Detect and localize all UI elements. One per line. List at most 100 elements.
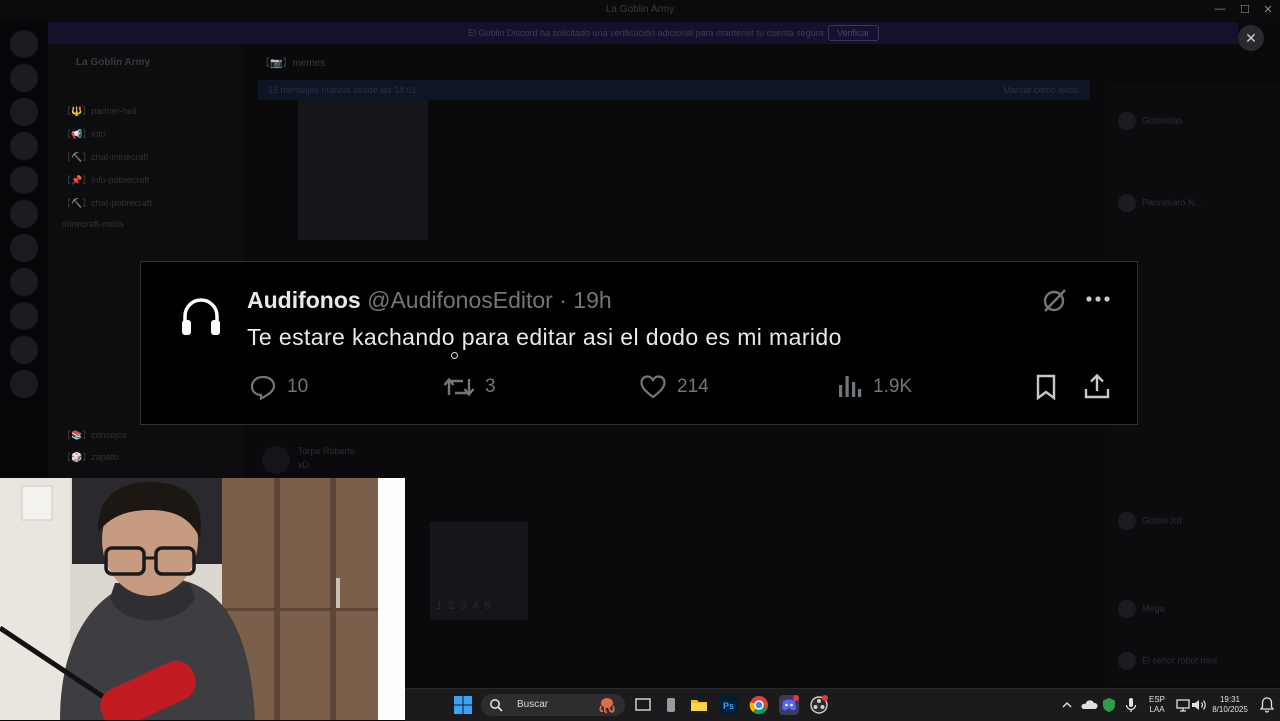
retweet-icon bbox=[443, 377, 475, 397]
server-icon[interactable] bbox=[10, 132, 38, 160]
photoshop-icon[interactable]: Ps bbox=[719, 695, 739, 715]
start-windows-icon[interactable] bbox=[453, 695, 473, 715]
server-icon[interactable] bbox=[10, 336, 38, 364]
server-icon[interactable] bbox=[10, 370, 38, 398]
title-bar: La Goblin Army — ☐ ✕ bbox=[0, 0, 1280, 20]
channel-item[interactable]: 【🔱】partner-hell bbox=[62, 104, 137, 117]
windows-taskbar: Buscar Ps ESP LAA 19:31 8/10/2025 bbox=[405, 688, 1280, 721]
pager-item[interactable]: 3 bbox=[460, 600, 472, 612]
channel-item[interactable]: 【⛏️】chat-pobrecraft bbox=[62, 196, 152, 209]
chrome-icon[interactable] bbox=[749, 695, 769, 715]
webcam-image bbox=[0, 478, 405, 720]
member-item[interactable]: Goblinitas bbox=[1118, 112, 1182, 130]
member-name: Goblin Xd bbox=[1142, 515, 1182, 526]
member-name: Pannekaro N... bbox=[1142, 197, 1203, 208]
share-button[interactable] bbox=[1083, 372, 1111, 402]
pager-item[interactable]: 2 bbox=[448, 600, 460, 612]
tweet-time[interactable]: 19h bbox=[573, 287, 611, 313]
retweet-button[interactable]: 3 bbox=[443, 372, 496, 402]
server-icon[interactable] bbox=[10, 30, 38, 58]
server-icon[interactable] bbox=[10, 200, 38, 228]
clock-time: 19:31 bbox=[1219, 695, 1241, 704]
minimize-button[interactable]: — bbox=[1208, 3, 1232, 17]
chat-image[interactable] bbox=[298, 100, 428, 240]
avatar[interactable] bbox=[262, 446, 290, 474]
language-indicator[interactable]: ESP LAA bbox=[1147, 695, 1167, 715]
chevron-up-icon[interactable] bbox=[1057, 695, 1077, 715]
clock[interactable]: 19:31 8/10/2025 bbox=[1205, 695, 1255, 715]
share-icon bbox=[1084, 373, 1110, 399]
retweet-count: 3 bbox=[485, 376, 496, 397]
bookmark-icon bbox=[1036, 374, 1056, 401]
pager-item[interactable]: 1 bbox=[436, 600, 448, 612]
more-icon[interactable] bbox=[1083, 284, 1113, 314]
channel-item[interactable]: 【📚】consejos bbox=[62, 428, 127, 441]
language-code: ESP bbox=[1148, 695, 1165, 704]
message-author[interactable]: Torpe Roberto bbox=[298, 446, 355, 456]
search-icon bbox=[490, 699, 503, 712]
like-button[interactable]: 214 bbox=[639, 372, 709, 402]
channel-item[interactable]: minecraft-mods bbox=[62, 219, 124, 229]
avatar bbox=[1118, 652, 1136, 670]
file-explorer-icon[interactable] bbox=[689, 695, 709, 715]
notice-banner: El Goblin Discord ha solicitado una veri… bbox=[48, 22, 1238, 44]
image-pager: 12345 bbox=[436, 600, 497, 612]
svg-text:Ps: Ps bbox=[723, 701, 734, 711]
microphone-icon[interactable] bbox=[1121, 695, 1141, 715]
like-count: 214 bbox=[677, 376, 709, 397]
member-name: El señor robot mini bbox=[1142, 655, 1218, 666]
close-overlay-button[interactable]: ✕ bbox=[1238, 25, 1264, 51]
channel-item[interactable]: 【⛏️】chat-minecraft bbox=[62, 150, 148, 163]
reply-button[interactable]: 10 bbox=[249, 372, 308, 402]
member-item[interactable]: Mega bbox=[1118, 600, 1165, 618]
tweet-text: Te estare kachando para editar asi el do… bbox=[247, 324, 842, 350]
banner-button[interactable]: Verificar bbox=[828, 25, 879, 41]
close-window-button[interactable]: ✕ bbox=[1256, 3, 1280, 17]
server-name[interactable]: La Goblin Army bbox=[76, 57, 150, 68]
server-icon[interactable] bbox=[10, 166, 38, 194]
pager-item[interactable]: 5 bbox=[485, 600, 497, 612]
grok-icon[interactable] bbox=[1041, 286, 1069, 314]
security-icon[interactable] bbox=[1099, 695, 1119, 715]
obs-icon[interactable] bbox=[809, 695, 829, 715]
pager-item[interactable]: 4 bbox=[472, 600, 484, 612]
bookmark-button[interactable] bbox=[1033, 372, 1059, 402]
banner-text: El Goblin Discord ha solicitado una veri… bbox=[468, 28, 824, 38]
notification-bell-icon[interactable] bbox=[1257, 695, 1277, 715]
views-button[interactable]: 1.9K bbox=[837, 372, 912, 402]
chat-header: 【📷】memes bbox=[260, 58, 326, 69]
server-icon[interactable] bbox=[10, 98, 38, 126]
separator: · bbox=[559, 287, 567, 313]
tweet-card[interactable]: Audifonos @AudifonosEditor · 19h Te esta… bbox=[140, 261, 1138, 425]
channel-item[interactable]: 【📢】info bbox=[62, 127, 106, 140]
search-placeholder: Buscar bbox=[517, 699, 549, 710]
like-icon bbox=[640, 375, 666, 399]
widget-icon[interactable] bbox=[661, 695, 681, 715]
onedrive-icon[interactable] bbox=[1079, 695, 1099, 715]
headphones-avatar-icon[interactable] bbox=[177, 292, 225, 340]
member-item[interactable]: Pannekaro N... bbox=[1118, 194, 1202, 212]
discord-icon[interactable] bbox=[779, 695, 799, 715]
server-icon[interactable] bbox=[10, 234, 38, 262]
channel-item[interactable]: 【📌】info-pobrecraft bbox=[62, 173, 149, 186]
member-item[interactable]: Goblin Xd bbox=[1118, 512, 1182, 530]
webcam-feed bbox=[0, 478, 405, 720]
reply-count: 10 bbox=[287, 376, 309, 397]
display-name[interactable]: Audifonos bbox=[247, 287, 361, 313]
new-messages-text: 15 mensajes nuevos desde las 18:01 bbox=[268, 85, 417, 95]
window-title: La Goblin Army bbox=[605, 4, 675, 15]
server-rail bbox=[0, 20, 48, 480]
channel-item[interactable]: 【🎲】zapato bbox=[62, 450, 118, 463]
new-messages-bar[interactable]: 15 mensajes nuevos desde las 18:01 Marca… bbox=[258, 80, 1090, 100]
server-icon[interactable] bbox=[10, 268, 38, 296]
server-icon[interactable] bbox=[10, 64, 38, 92]
taskbar-search[interactable]: Buscar bbox=[481, 694, 625, 716]
maximize-button[interactable]: ☐ bbox=[1233, 3, 1257, 17]
handle[interactable]: @AudifonosEditor bbox=[367, 287, 553, 313]
task-view-icon[interactable] bbox=[633, 695, 653, 715]
mark-read-link[interactable]: Marcar como leído bbox=[1003, 85, 1078, 95]
reply-icon bbox=[250, 375, 276, 401]
member-name: Goblinitas bbox=[1142, 115, 1183, 126]
server-icon[interactable] bbox=[10, 302, 38, 330]
member-item[interactable]: El señor robot mini bbox=[1118, 652, 1217, 670]
